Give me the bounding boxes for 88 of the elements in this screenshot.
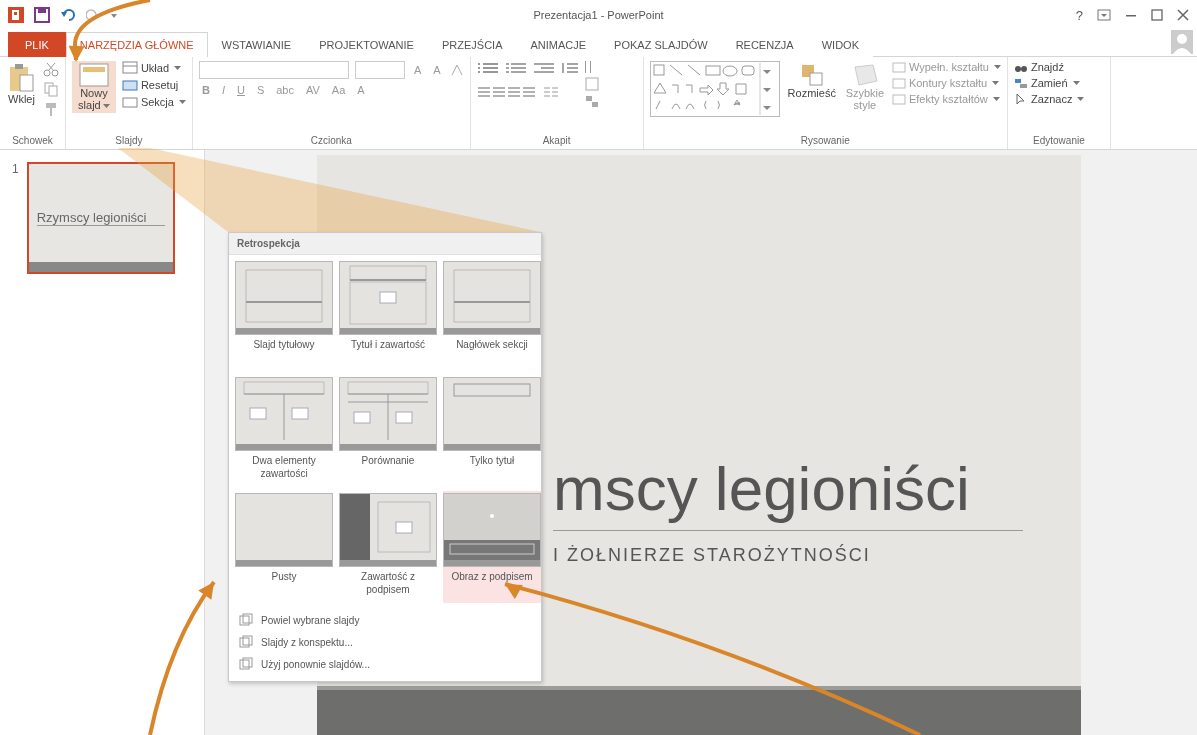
slide-subtitle[interactable]: I ŻOŁNIERZE STAROŻYTNOŚCI	[553, 531, 1081, 566]
layout-preview-icon	[339, 493, 437, 567]
maximize-icon[interactable]	[1151, 9, 1163, 21]
group-label: Schowek	[11, 134, 54, 148]
section-icon	[121, 95, 138, 108]
menu-command[interactable]: Użyj ponownie slajdów...	[229, 653, 541, 675]
layout-option[interactable]: Tytuł i zawartość	[339, 259, 437, 371]
group-label: Slajdy	[114, 134, 144, 148]
caret-icon	[102, 104, 110, 109]
indent-icon	[532, 61, 555, 75]
layout-preview-icon	[443, 377, 541, 451]
edit-command-button[interactable]: Znajdź	[1013, 61, 1085, 73]
copy-icon	[42, 81, 59, 97]
outline-slides-icon	[239, 635, 253, 649]
font-size-field[interactable]	[354, 61, 405, 79]
caret-icon	[1072, 81, 1080, 85]
shapes-gallery-icon	[649, 61, 780, 117]
clipboard-icon	[8, 63, 35, 93]
layout-preview-icon	[235, 377, 333, 451]
window-title: Prezentacja1 - PowerPoint	[532, 9, 665, 21]
columns-icon	[542, 85, 559, 99]
layout-preview-icon	[235, 493, 333, 567]
edit-command-button[interactable]: Zamień	[1013, 77, 1085, 89]
slide-title[interactable]: mscy legioniści	[553, 453, 1081, 530]
file-tab[interactable]: PLIK	[8, 32, 66, 57]
layout-preview-icon	[339, 377, 437, 451]
menu-heading: Retrospekcja	[229, 233, 541, 255]
shape-outline-icon	[891, 77, 906, 89]
numbering-icon	[504, 61, 527, 75]
bullets-icon	[476, 61, 499, 75]
caret-icon	[1077, 97, 1085, 101]
slide-thumbnail[interactable]: Rzymscy legioniści	[26, 162, 175, 274]
reset-icon	[121, 78, 138, 91]
layout-option[interactable]: Porównanie	[339, 375, 437, 487]
cut-icon	[42, 61, 59, 77]
close-icon[interactable]	[1177, 9, 1189, 21]
new-slide-button[interactable]: Nowy slajd	[71, 61, 116, 113]
group-label: Edytowanie	[1032, 134, 1086, 148]
layout-option[interactable]: Zawartość z podpisem	[339, 491, 437, 603]
layout-option[interactable]: Pusty	[235, 491, 333, 603]
clear-formatting-icon	[449, 63, 464, 77]
text-direction-icon	[584, 61, 591, 73]
customize-caret-icon[interactable]	[110, 11, 118, 19]
ribbon-tab[interactable]: NARZĘDZIA GŁÓWNE	[65, 32, 208, 57]
align-text-icon	[584, 77, 599, 91]
caret-icon	[992, 81, 1000, 85]
layout-option[interactable]: Tylko tytuł	[443, 375, 541, 487]
caret-icon	[992, 97, 1000, 101]
caret-icon	[174, 65, 181, 70]
arrange-icon	[799, 63, 824, 87]
layout-preview-icon	[443, 261, 541, 335]
layout-preview-icon	[235, 261, 333, 335]
reuse-slides-icon	[239, 657, 253, 671]
duplicate-slides-icon	[239, 613, 253, 627]
app-logo-icon	[8, 7, 24, 23]
layout-option[interactable]: Nagłówek sekcji	[443, 259, 541, 371]
line-spacing-icon	[560, 61, 579, 75]
caret-icon	[178, 99, 186, 104]
slide-icon	[78, 63, 109, 87]
smartart-icon	[584, 95, 599, 109]
layout-preview-icon	[339, 261, 437, 335]
layout-option[interactable]: Slajd tytułowy	[235, 259, 333, 371]
group-label: Akapit	[541, 134, 572, 148]
section-button[interactable]: Sekcja	[121, 95, 186, 108]
replace-icon	[1013, 77, 1028, 89]
slide-number: 1	[12, 162, 19, 176]
redo-icon[interactable]	[86, 8, 100, 22]
menu-command[interactable]: Powiel wybrane slajdy	[229, 609, 541, 631]
caret-icon	[993, 65, 1001, 69]
layout-icon	[121, 61, 138, 74]
font-name-field[interactable]	[198, 61, 349, 79]
shape-fill-icon	[891, 61, 906, 73]
group-label: Czcionka	[309, 134, 353, 148]
menu-command[interactable]: Slajdy z konspektu...	[229, 631, 541, 653]
layout-button[interactable]: Układ	[121, 61, 186, 74]
save-icon[interactable]	[34, 7, 50, 23]
group-label: Rysowanie	[799, 134, 851, 148]
layout-option[interactable]: Obraz z podpisem	[443, 491, 541, 603]
layout-option[interactable]: Dwa elementy zawartości	[235, 375, 333, 487]
edit-command-button[interactable]: Zaznacz	[1013, 93, 1085, 105]
arrange-button[interactable]: Rozmieść	[785, 61, 838, 101]
align-icon	[476, 85, 537, 99]
help-button[interactable]: ?	[1075, 7, 1083, 23]
reset-button[interactable]: Resetuj	[121, 78, 186, 91]
paste-button[interactable]: Wklej	[6, 61, 37, 107]
undo-icon[interactable]	[60, 7, 76, 23]
ribbon-display-icon[interactable]	[1097, 9, 1111, 21]
shape-effects-icon	[891, 93, 906, 105]
